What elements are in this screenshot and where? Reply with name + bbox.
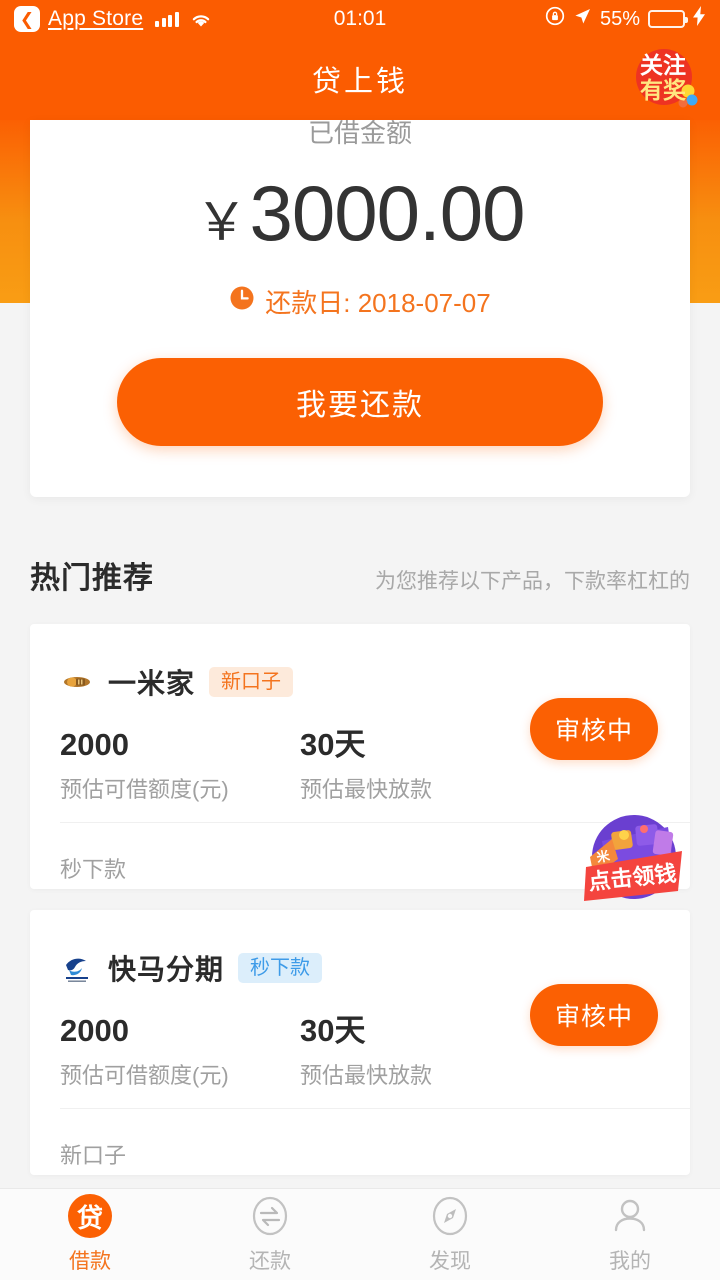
repay-icon bbox=[248, 1194, 292, 1238]
cellular-signal-icon bbox=[155, 11, 179, 27]
yimijia-logo-icon bbox=[60, 665, 94, 699]
follow-reward-badge[interactable]: 关注 有奖 bbox=[628, 46, 702, 112]
tab-profile-label: 我的 bbox=[609, 1250, 651, 1273]
balance-card: 已借金额 ￥ 3000.00 还款日: 2018-07-07 我要还款 bbox=[30, 120, 690, 497]
due-date-label: 还款日: 2018-07-07 bbox=[265, 288, 491, 318]
product-header: 快马分期 秒下款 bbox=[30, 910, 690, 988]
battery-percent-label: 55% bbox=[599, 7, 640, 30]
page-title: 贷上钱 bbox=[311, 66, 408, 98]
product-term-stat: 30天 预估最快放款 bbox=[300, 1013, 540, 1090]
product-term-value: 30天 bbox=[300, 727, 366, 762]
product-amount-label: 预估可借额度(元) bbox=[60, 777, 229, 803]
tab-discover[interactable]: 发现 bbox=[360, 1189, 540, 1280]
follow-badge-line1: 关注 bbox=[640, 52, 686, 78]
status-bar: ❮ App Store 01:01 55% bbox=[0, 0, 720, 38]
product-term-label: 预估最快放款 bbox=[300, 777, 433, 803]
carrier-label[interactable]: App Store bbox=[48, 7, 143, 31]
product-amount-value: 2000 bbox=[60, 727, 129, 762]
product-header: 一米家 新口子 bbox=[30, 624, 690, 702]
clock-icon bbox=[229, 285, 255, 318]
follow-badge-line2: 有奖 bbox=[640, 77, 686, 103]
product-footer-note: 秒下款 bbox=[60, 857, 127, 882]
product-amount-label: 预估可借额度(元) bbox=[60, 1063, 229, 1089]
balance-amount: 3000.00 bbox=[249, 169, 526, 257]
tab-loan-label: 借款 bbox=[69, 1250, 111, 1273]
wifi-icon bbox=[190, 11, 212, 28]
click-to-claim-money-badge[interactable]: 米 点击领钱 bbox=[578, 805, 688, 910]
balance-label: 已借金额 bbox=[307, 120, 412, 148]
repay-button[interactable]: 我要还款 bbox=[117, 358, 603, 446]
status-bar-left: ❮ App Store bbox=[14, 6, 212, 32]
tab-repay-label: 还款 bbox=[249, 1250, 291, 1273]
product-amount-stat: 2000 预估可借额度(元) bbox=[60, 1013, 300, 1090]
product-name: 快马分期 bbox=[108, 954, 225, 985]
product-amount-stat: 2000 预估可借额度(元) bbox=[60, 727, 300, 804]
product-footer-note: 新口子 bbox=[60, 1143, 127, 1168]
loan-icon-glyph: 贷 bbox=[68, 1194, 112, 1238]
recommend-subtitle: 为您推荐以下产品，下款率杠杠的 bbox=[375, 570, 690, 593]
currency-symbol: ￥ bbox=[195, 194, 248, 252]
location-arrow-icon bbox=[573, 7, 592, 32]
tab-profile[interactable]: 我的 bbox=[540, 1189, 720, 1280]
lightning-bolt-icon bbox=[693, 6, 706, 32]
balance-amount-row: ￥ 3000.00 bbox=[30, 168, 690, 259]
tab-repay[interactable]: 还款 bbox=[180, 1189, 360, 1280]
back-chevron-icon[interactable]: ❮ bbox=[14, 6, 40, 32]
app-header: 贷上钱 关注 有奖 bbox=[0, 38, 720, 120]
tab-discover-label: 发现 bbox=[429, 1250, 471, 1273]
due-date-row: 还款日: 2018-07-07 bbox=[30, 283, 690, 320]
kuaimafenqi-logo-icon bbox=[60, 951, 94, 985]
recommend-heading: 热门推荐 为您推荐以下产品，下款率杠杠的 bbox=[30, 553, 690, 597]
product-term-value: 30天 bbox=[300, 1013, 366, 1048]
product-stats: 2000 预估可借额度(元) 30天 预估最快放款 审核中 bbox=[30, 984, 690, 1090]
product-amount-value: 2000 bbox=[60, 1013, 129, 1048]
product-divider bbox=[60, 1108, 690, 1109]
product-name: 一米家 bbox=[108, 668, 196, 699]
discover-icon bbox=[428, 1194, 472, 1238]
product-status-button[interactable]: 审核中 bbox=[530, 984, 658, 1046]
profile-icon bbox=[608, 1194, 652, 1238]
status-bar-right: 55% bbox=[545, 6, 706, 32]
product-card[interactable]: 快马分期 秒下款 2000 预估可借额度(元) 30天 预估最快放款 审核中 新… bbox=[30, 910, 690, 1175]
bottom-tab-bar: 贷 借款 还款 发现 我的 bbox=[0, 1188, 720, 1280]
product-tag: 新口子 bbox=[209, 667, 294, 697]
product-tag: 秒下款 bbox=[238, 953, 323, 983]
recommend-title: 热门推荐 bbox=[30, 562, 154, 595]
product-status-button[interactable]: 审核中 bbox=[530, 698, 658, 760]
loan-icon: 贷 bbox=[68, 1194, 112, 1238]
product-term-stat: 30天 预估最快放款 bbox=[300, 727, 540, 804]
tab-loan[interactable]: 贷 借款 bbox=[0, 1189, 180, 1280]
app-screen: ❮ App Store 01:01 55% 贷上钱 关注 有奖 已借金额 ￥ 3… bbox=[0, 0, 720, 1280]
product-term-label: 预估最快放款 bbox=[300, 1063, 433, 1089]
battery-icon bbox=[648, 10, 688, 28]
product-stats: 2000 预估可借额度(元) 30天 预估最快放款 审核中 bbox=[30, 698, 690, 804]
rotation-lock-icon bbox=[545, 6, 565, 32]
